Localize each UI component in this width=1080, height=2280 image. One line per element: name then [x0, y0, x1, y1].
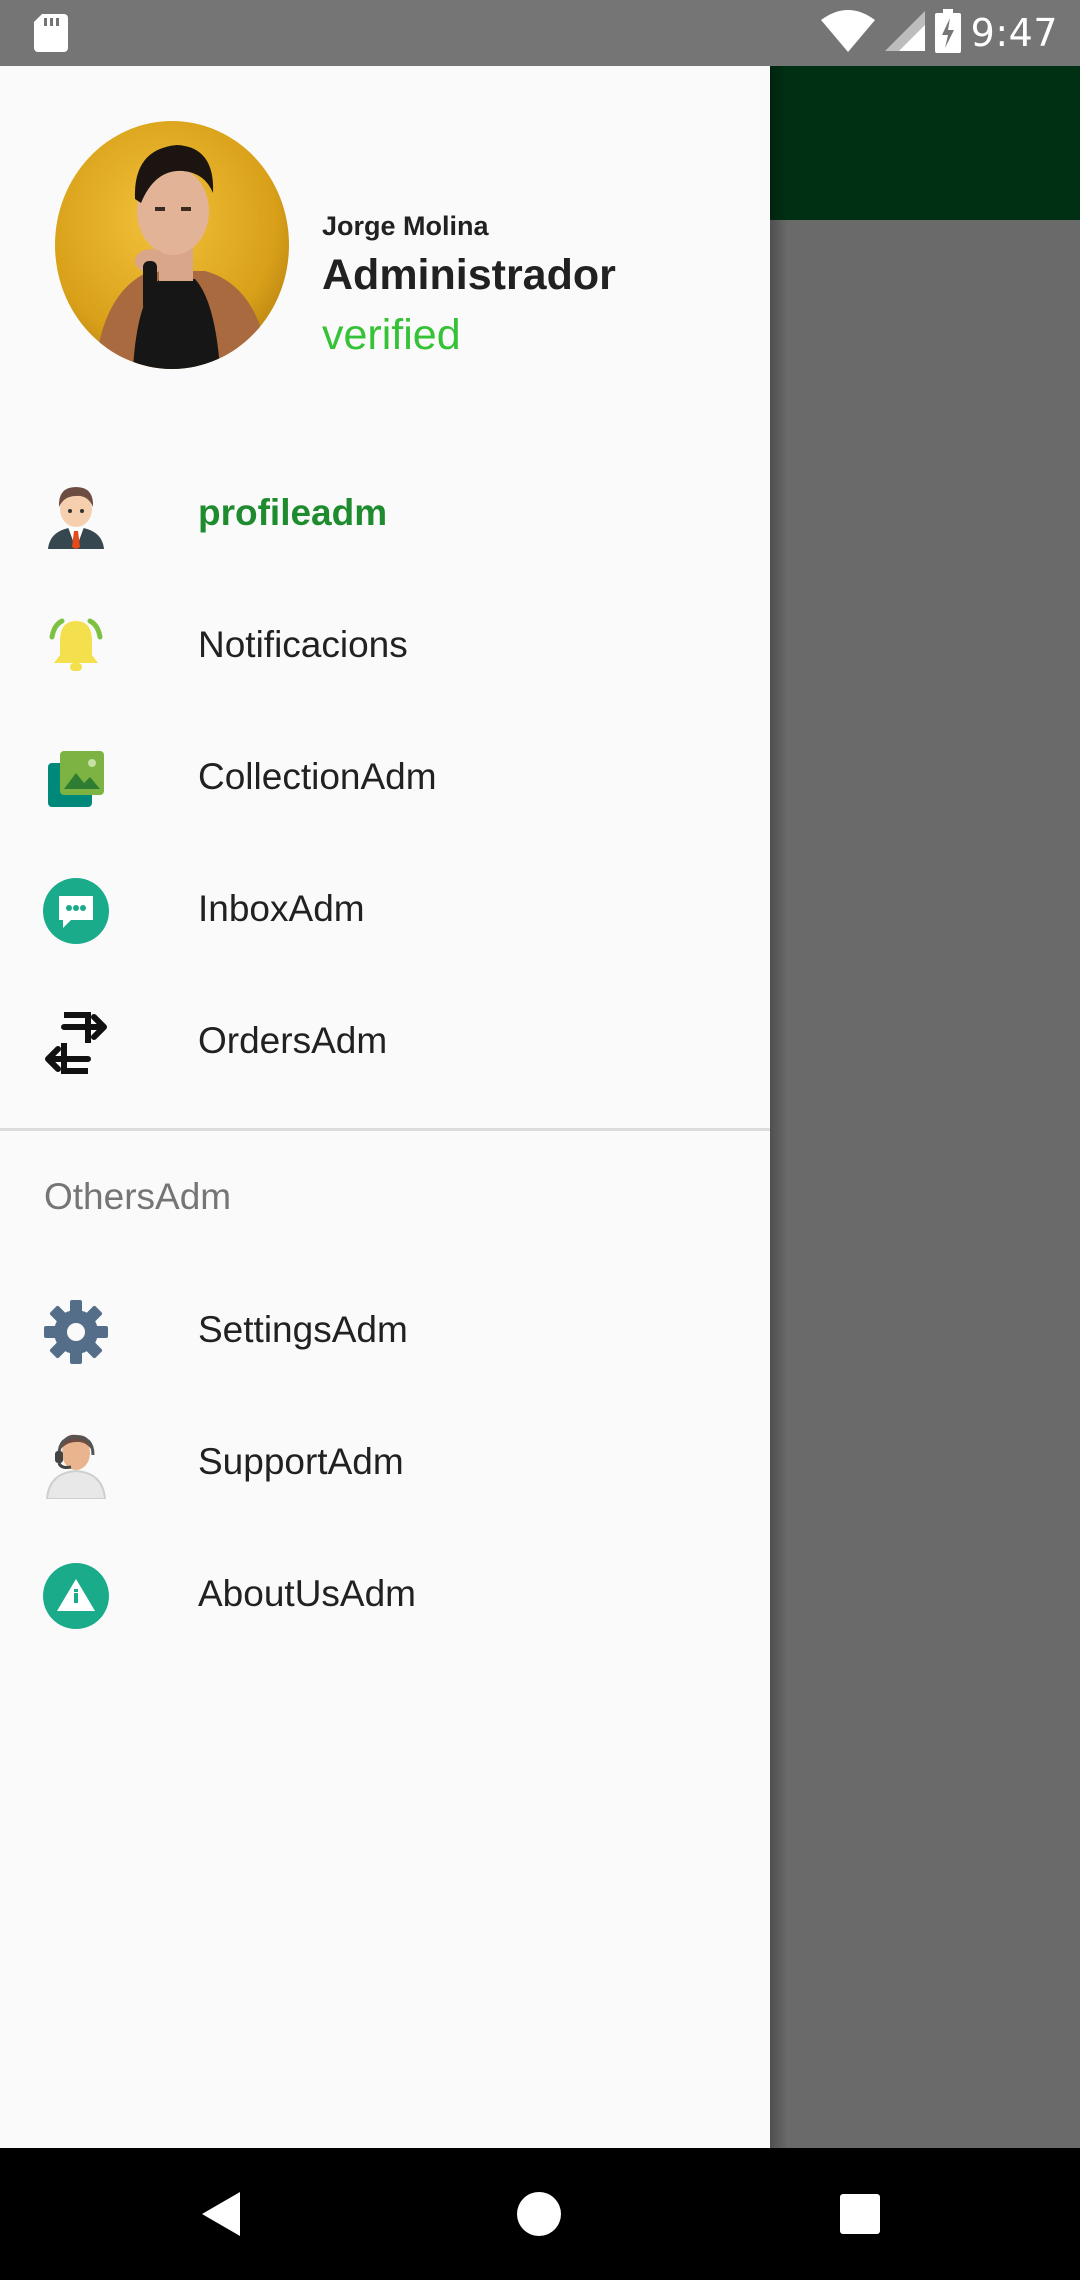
exchange-icon: [40, 1007, 112, 1079]
menu-item-aboutusadm[interactable]: AboutUsAdm: [0, 1528, 770, 1660]
divider: [0, 1128, 770, 1131]
menu-label: AboutUsAdm: [198, 1573, 416, 1614]
menu-item-settingsadm[interactable]: SettingsAdm: [0, 1264, 770, 1396]
menu-label: profileadm: [198, 492, 388, 533]
user-role: Administrador: [322, 251, 616, 299]
system-navigation-bar: [0, 2148, 1080, 2280]
section-title-others: OthersAdm: [44, 1176, 232, 1217]
info-icon: [40, 1560, 112, 1632]
recents-icon[interactable]: [830, 2184, 890, 2244]
menu-item-ordersadm[interactable]: OrdersAdm: [0, 975, 770, 1107]
clock: 9:47: [970, 11, 1058, 55]
businessman-icon: [40, 479, 112, 551]
navigation-drawer: Jorge Molina Administrador verified prof…: [0, 66, 770, 2148]
status-bar: 9:47: [0, 0, 1080, 66]
home-icon[interactable]: [509, 2184, 569, 2244]
back-icon[interactable]: [190, 2184, 250, 2244]
avatar[interactable]: [55, 121, 289, 369]
menu-item-collectionadm[interactable]: CollectionAdm: [0, 711, 770, 843]
chat-icon: [40, 875, 112, 947]
menu-label: InboxAdm: [198, 888, 365, 929]
menu-label: SettingsAdm: [198, 1309, 408, 1350]
battery-charging-icon: [934, 8, 961, 58]
verified-status: verified: [322, 311, 461, 359]
gallery-icon: [40, 743, 112, 815]
support-agent-icon: [40, 1428, 112, 1500]
menu-label: SupportAdm: [198, 1441, 404, 1482]
menu-label: OrdersAdm: [198, 1020, 388, 1061]
drawer-shadow: [770, 66, 788, 2148]
menu-label: CollectionAdm: [198, 756, 437, 797]
signal-icon: [884, 10, 925, 56]
wifi-icon: [820, 9, 875, 57]
menu-item-profileadm[interactable]: profileadm: [0, 447, 770, 579]
menu-item-supportadm[interactable]: SupportAdm: [0, 1396, 770, 1528]
gear-icon: [40, 1296, 112, 1368]
user-name: Jorge Molina: [322, 211, 489, 241]
sd-card-icon: [34, 14, 68, 57]
menu-item-inboxadm[interactable]: InboxAdm: [0, 843, 770, 975]
menu-item-notificacions[interactable]: Notificacions: [0, 579, 770, 711]
bell-icon: [40, 611, 112, 683]
menu-label: Notificacions: [198, 624, 408, 665]
